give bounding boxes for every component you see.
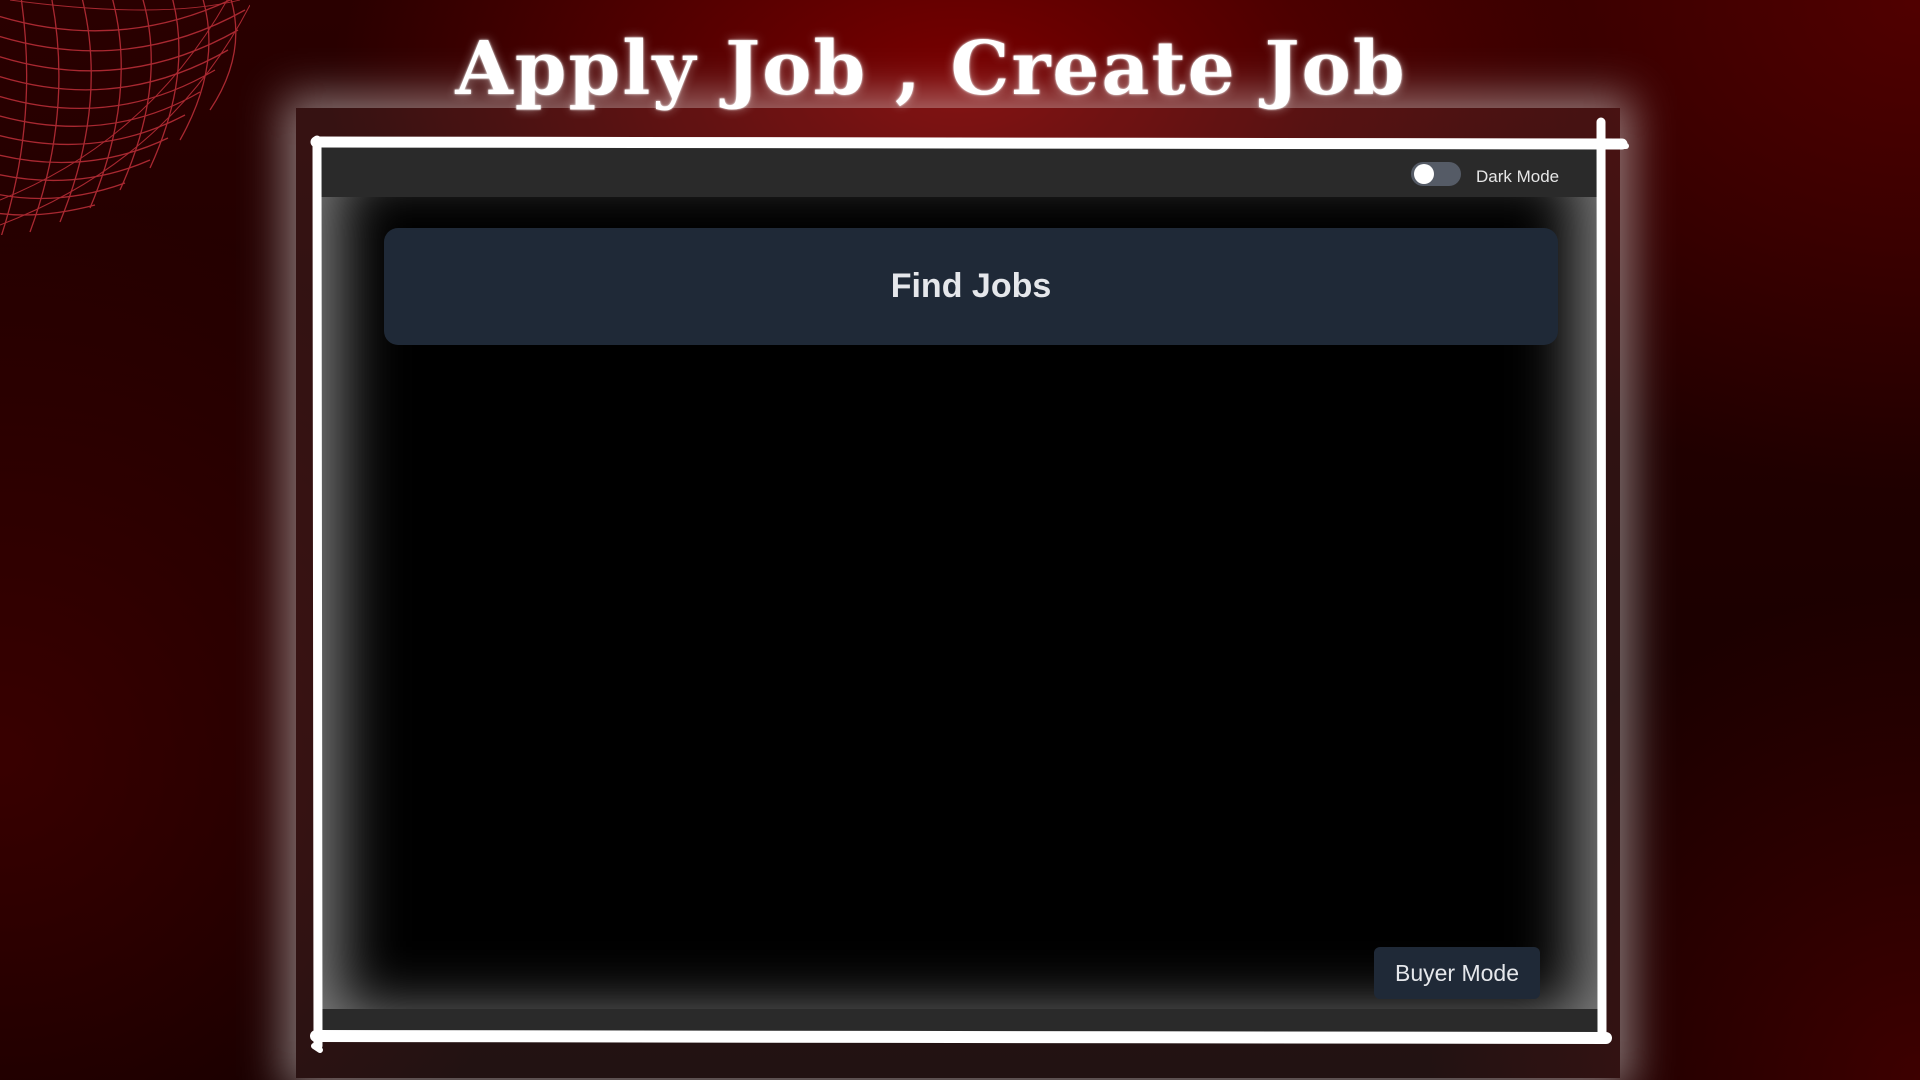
page-headline: Apply Job , Create Job	[455, 26, 1407, 112]
find-jobs-label: Find Jobs	[890, 267, 1052, 305]
toggle-knob	[1414, 164, 1434, 184]
app-footer	[318, 1009, 1598, 1035]
app-window: Dark Mode Find Jobs Buyer Mode	[318, 145, 1598, 1035]
dark-mode-toggle[interactable]	[1411, 162, 1461, 186]
buyer-mode-button[interactable]: Buyer Mode	[1374, 947, 1540, 999]
app-header: Dark Mode	[318, 145, 1598, 197]
dark-mode-label: Dark Mode	[1476, 167, 1560, 186]
find-jobs-button[interactable]: Find Jobs	[384, 228, 1558, 345]
